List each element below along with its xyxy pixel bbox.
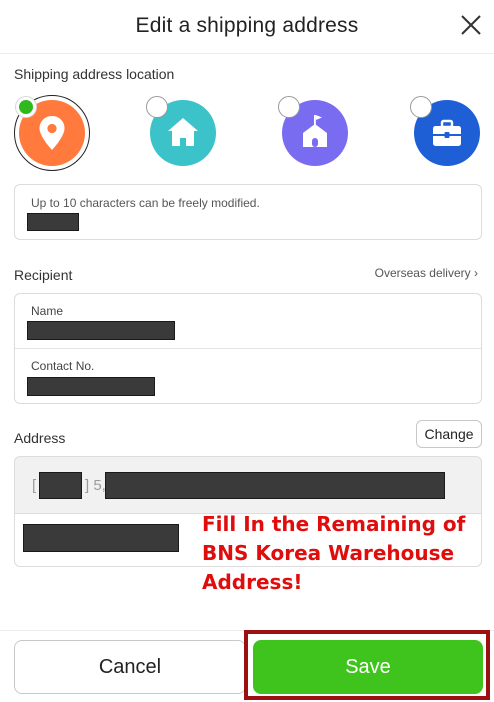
cancel-button[interactable]: Cancel (14, 640, 246, 694)
overseas-delivery-label: Overseas delivery (374, 266, 471, 280)
divider (15, 348, 481, 349)
annotation-line: BNS Korea Warehouse (202, 541, 455, 565)
chevron-right-icon: › (470, 266, 478, 280)
close-button[interactable] (458, 12, 484, 38)
change-address-button[interactable]: Change (416, 420, 482, 448)
address-prefix-close: ] 5, (85, 477, 106, 494)
recipient-box: Name Contact No. (14, 293, 482, 404)
redacted-address-line1 (105, 472, 445, 499)
redacted-contact[interactable] (27, 377, 155, 396)
redacted-address-line2 (23, 524, 179, 552)
location-label: Shipping address location (14, 66, 175, 82)
page-title: Edit a shipping address (135, 14, 359, 37)
overseas-delivery-link[interactable]: Overseas delivery › (375, 266, 478, 280)
instruction-annotation: Fill In the Remaining of BNS Korea Wareh… (202, 510, 482, 597)
radio-unselected[interactable] (146, 96, 168, 118)
radio-unselected[interactable] (278, 96, 300, 118)
redacted-nickname (27, 213, 79, 231)
close-icon (461, 15, 481, 35)
location-option-home[interactable] (146, 96, 216, 166)
name-label: Name (31, 304, 64, 318)
save-button[interactable]: Save (253, 640, 483, 694)
annotation-line: Fill In the Remaining of (202, 512, 466, 536)
nickname-hint: Up to 10 characters can be freely modifi… (31, 196, 260, 210)
redacted-name[interactable] (27, 321, 175, 340)
nickname-field[interactable]: Up to 10 characters can be freely modifi… (14, 184, 482, 240)
radio-selected[interactable] (15, 96, 37, 118)
redacted-postcode (39, 472, 82, 499)
location-option-school[interactable] (278, 96, 348, 166)
address-prefix-open: [ (32, 477, 37, 494)
location-option-pin[interactable] (14, 95, 90, 171)
modal-header: Edit a shipping address (0, 0, 494, 54)
contact-label: Contact No. (31, 359, 95, 373)
location-option-work[interactable] (410, 96, 480, 166)
recipient-label: Recipient (14, 267, 73, 283)
radio-unselected[interactable] (410, 96, 432, 118)
annotation-line: Address! (202, 570, 303, 594)
address-line1-field: [ ] 5, (14, 456, 482, 514)
address-label: Address (14, 430, 66, 446)
